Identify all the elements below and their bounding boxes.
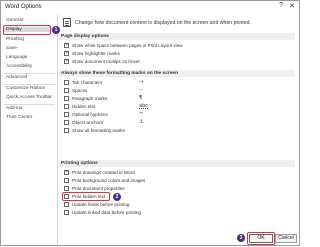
sidebar-divider: [4, 84, 55, 85]
checkbox[interactable]: [64, 186, 69, 191]
options-sidebar: General Display Proofing Save Language A…: [3, 15, 58, 245]
section-printing-options: Printing options: [59, 160, 295, 167]
panel-intro-text: Change how document content is displayed…: [75, 20, 251, 26]
window-title: Word Options: [5, 4, 42, 10]
sidebar-item-add-ins[interactable]: Add-ins: [6, 106, 22, 111]
word-options-dialog: Word Options ? ✕ General Display Proofin…: [0, 0, 300, 246]
step-badge-2: 2: [113, 193, 121, 201]
print-hidden-text-highlight-box: [62, 192, 110, 201]
sidebar-item-quick-access-toolbar[interactable]: Quick Access Toolbar: [6, 95, 52, 100]
checkbox[interactable]: [64, 178, 69, 183]
checkbox[interactable]: [64, 80, 69, 85]
sidebar-item-customize-ribbon[interactable]: Customize Ribbon: [6, 86, 45, 91]
checkbox[interactable]: [64, 104, 69, 109]
checkbox[interactable]: [64, 96, 69, 101]
section-formatting-marks: Always show these formatting marks on th…: [59, 70, 295, 77]
paragraph-mark-icon: ¶: [139, 95, 143, 101]
help-button[interactable]: ?: [279, 2, 283, 9]
anchor-icon: ⚓: [139, 119, 144, 125]
checkbox[interactable]: [64, 50, 69, 56]
document-display-icon: [63, 18, 71, 27]
sidebar-item-accessibility[interactable]: Accessibility: [6, 64, 32, 69]
sidebar-item-trust-center[interactable]: Trust Center: [6, 115, 32, 120]
sidebar-divider: [4, 104, 55, 105]
sidebar-item-language[interactable]: Language: [6, 55, 27, 60]
sidebar-item-general[interactable]: General: [6, 18, 23, 23]
sidebar-item-advanced[interactable]: Advanced: [6, 75, 27, 80]
sidebar-item-save[interactable]: Save: [6, 46, 17, 51]
hyphen-mark-icon: ¬: [139, 111, 144, 117]
checkbox[interactable]: [64, 120, 69, 125]
checkbox[interactable]: [64, 210, 69, 215]
section-page-display: Page display options: [59, 33, 295, 40]
space-mark-icon: ···: [139, 87, 144, 93]
checkbox[interactable]: [64, 169, 69, 175]
checkbox[interactable]: [64, 128, 69, 133]
checkbox[interactable]: [64, 88, 69, 93]
sidebar-divider: [4, 73, 55, 74]
display-highlight-box: [3, 25, 51, 35]
ok-highlight-box: [247, 232, 275, 245]
checkbox[interactable]: [64, 202, 69, 207]
tab-mark-icon: →: [139, 79, 144, 85]
sidebar-item-proofing[interactable]: Proofing: [6, 37, 24, 42]
hidden-text-mark-icon: abc: [139, 103, 148, 109]
step-badge-3: 3: [237, 234, 245, 242]
checkbox[interactable]: [64, 58, 69, 64]
checkbox[interactable]: [64, 42, 69, 48]
title-bar: Word Options ? ✕: [1, 1, 299, 15]
cancel-button[interactable]: Cancel: [275, 234, 297, 243]
checkbox[interactable]: [64, 112, 69, 117]
display-panel: Change how document content is displayed…: [59, 15, 297, 247]
close-button[interactable]: ✕: [289, 2, 295, 10]
